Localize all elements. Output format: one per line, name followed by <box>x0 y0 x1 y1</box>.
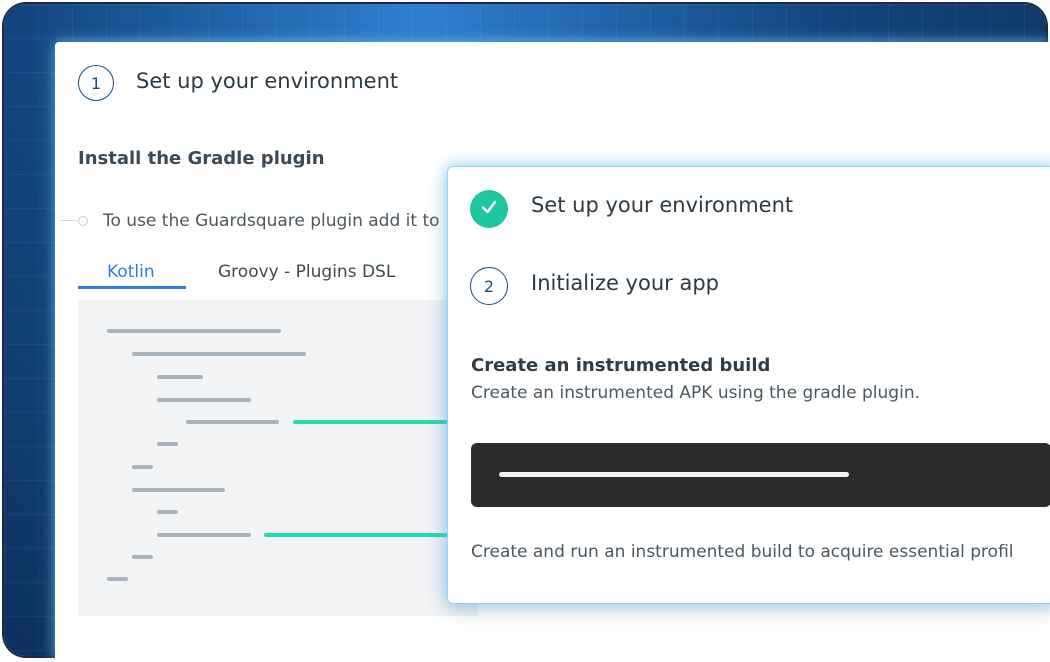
code-line <box>132 352 306 356</box>
plugin-instruction-text: To use the Guardsquare plugin add it to <box>103 211 440 231</box>
tab-kotlin[interactable]: Kotlin <box>107 262 155 282</box>
code-highlight <box>293 420 453 424</box>
code-block <box>78 300 478 616</box>
bullet-dot <box>78 216 88 226</box>
code-line <box>157 533 251 537</box>
tab-groovy-plugins-dsl[interactable]: Groovy - Plugins DSL <box>218 262 395 282</box>
code-line <box>132 465 153 469</box>
front-step-1-title: Set up your environment <box>531 193 794 217</box>
step-2-circle: 2 <box>470 267 508 305</box>
step-complete-badge <box>470 190 508 228</box>
step-1-title: Set up your environment <box>136 69 399 93</box>
code-line <box>132 488 225 492</box>
instrumented-build-heading: Create an instrumented build <box>471 355 771 376</box>
instrumented-build-footer: Create and run an instrumented build to … <box>471 542 1014 562</box>
code-line <box>186 420 279 424</box>
instrumented-build-desc: Create an instrumented APK using the gra… <box>471 383 920 403</box>
code-line <box>157 510 178 514</box>
step-1-circle: 1 <box>78 65 114 101</box>
check-icon <box>479 197 499 221</box>
code-line <box>132 555 153 559</box>
command-placeholder-line <box>499 472 849 477</box>
code-line <box>107 577 128 581</box>
code-line <box>157 375 203 379</box>
code-line <box>157 398 251 402</box>
code-line <box>157 442 178 446</box>
tab-kotlin-underline <box>78 286 186 289</box>
command-bar <box>471 443 1050 507</box>
code-line <box>107 329 281 333</box>
front-step-2-title: Initialize your app <box>531 271 719 295</box>
code-highlight <box>264 533 452 537</box>
install-plugin-heading: Install the Gradle plugin <box>78 148 325 169</box>
